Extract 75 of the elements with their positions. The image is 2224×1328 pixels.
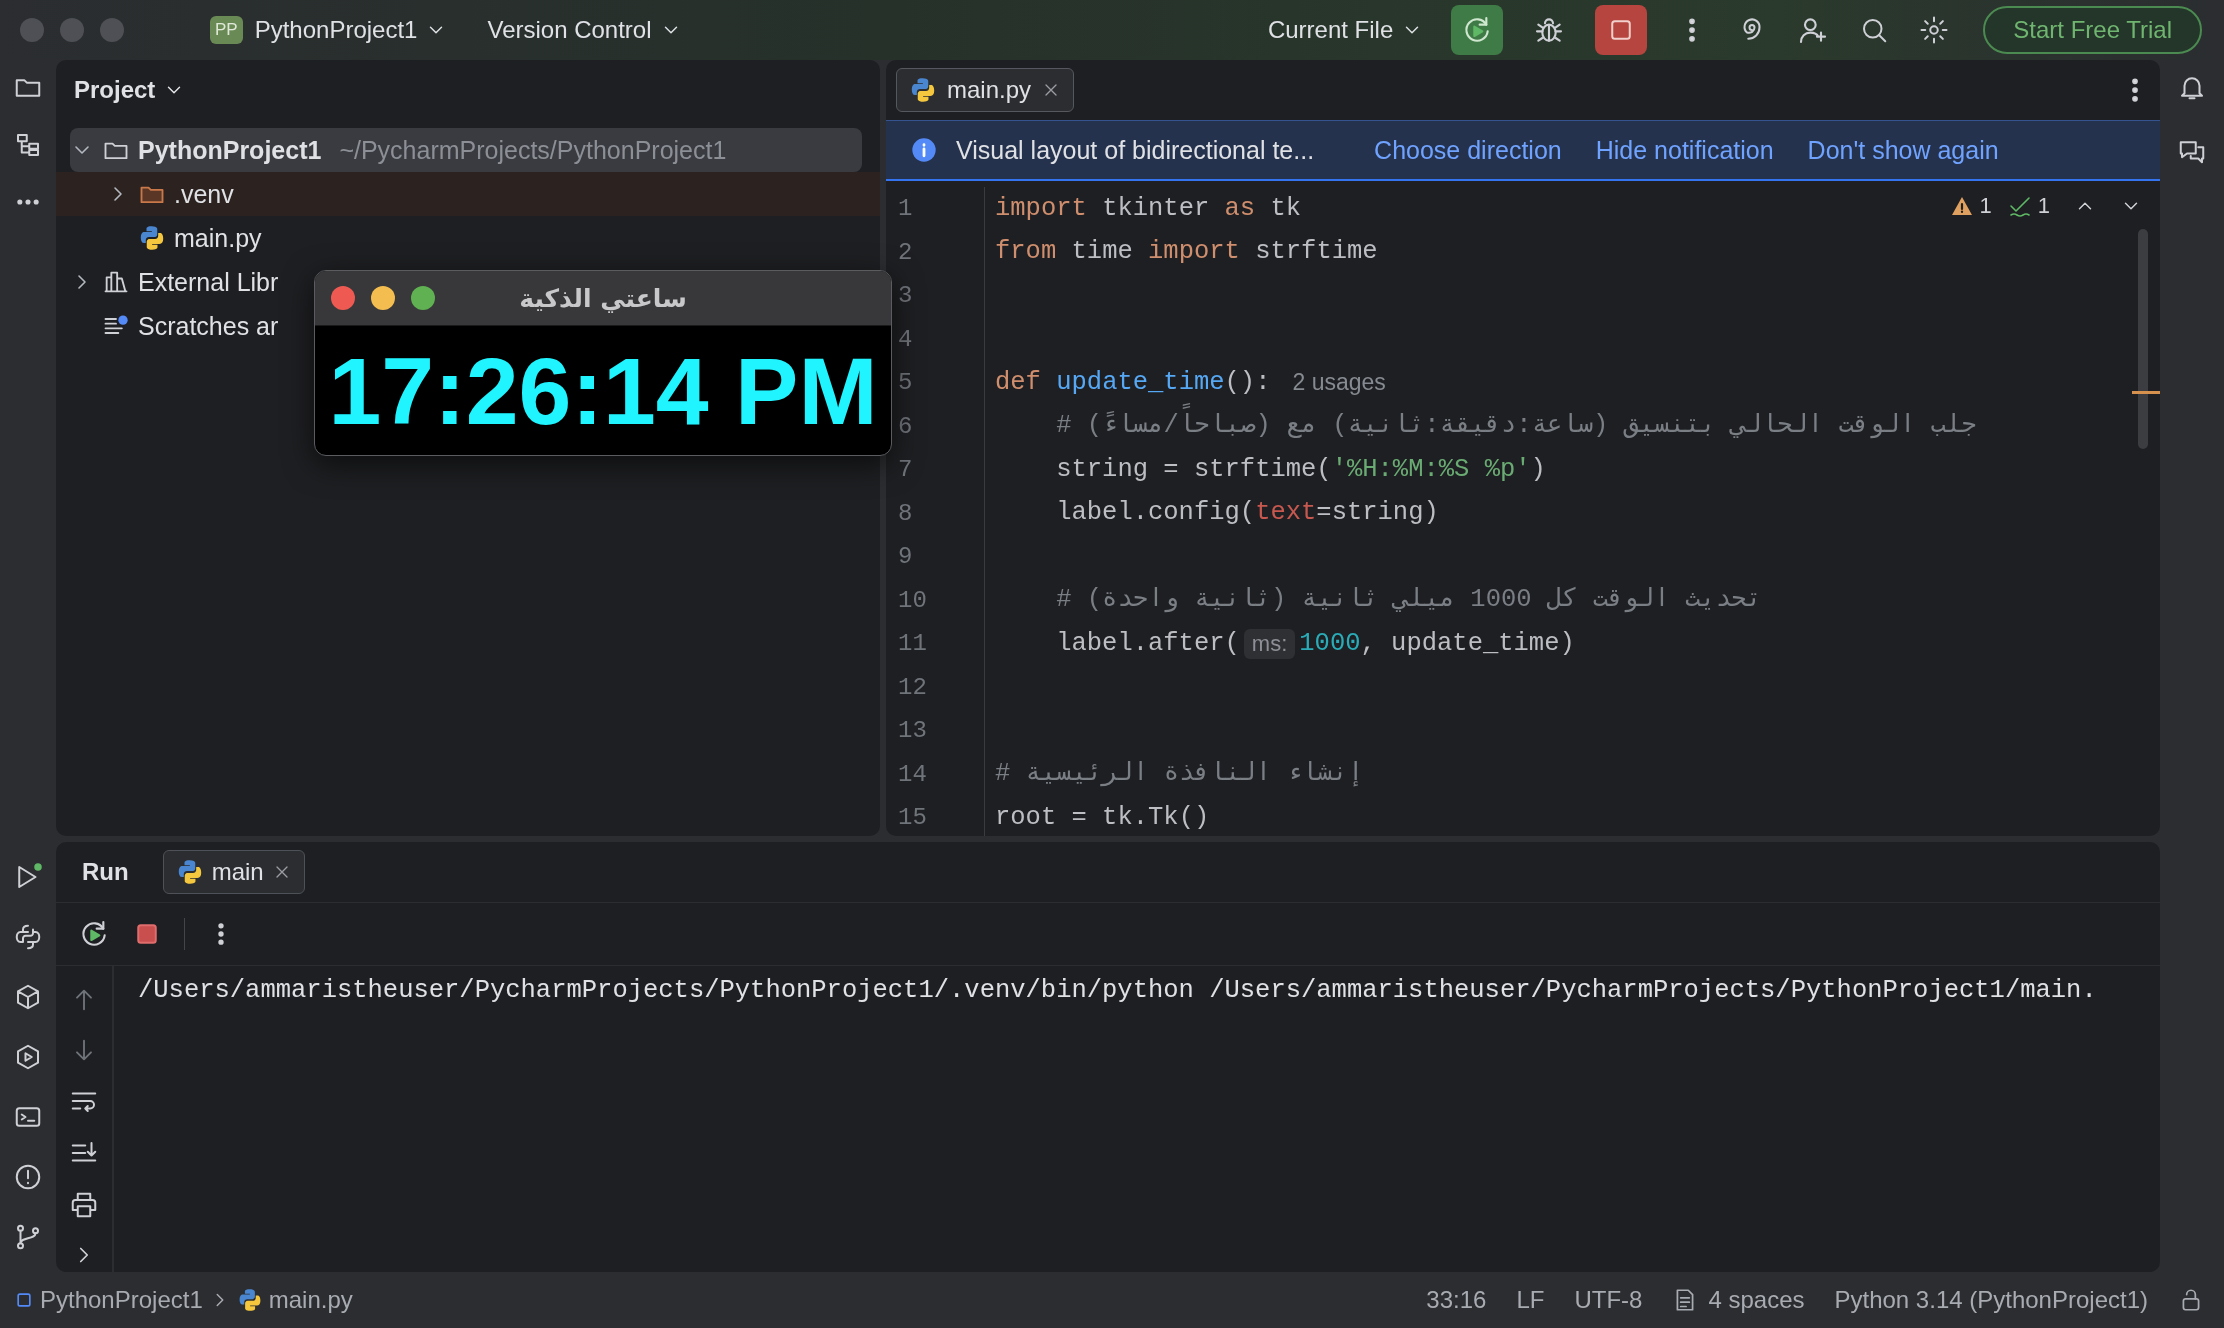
run-button[interactable] <box>1451 5 1504 55</box>
code-text: string = strftime('%H:%M:%S %p') <box>1056 453 1546 486</box>
vcs-menu[interactable]: Version Control <box>487 16 682 44</box>
line-number: 6 <box>897 412 914 440</box>
project-badge: PP <box>210 16 243 44</box>
tree-item[interactable]: PythonProject1 ~/PycharmProjects/PythonProject1 <box>70 128 862 172</box>
usages-hint[interactable]: 2 usages <box>1292 369 1386 397</box>
line-number: 5 <box>897 369 914 397</box>
python-file-icon <box>138 224 166 252</box>
view-selector[interactable]: Project <box>74 76 186 104</box>
scrollbar[interactable] <box>2138 229 2148 449</box>
window-title: ساعتي الذكية <box>519 283 687 313</box>
line-number: 8 <box>897 499 914 527</box>
problems-icon[interactable] <box>13 1162 43 1192</box>
line-number: 4 <box>897 325 914 353</box>
console-output: /Users/ammaristheuser/PycharmProjects/PythonProject1/.venv/bin/python /Users/ammaristheuser/PycharmProjects/PythonProject1/main. <box>138 976 2097 1005</box>
line-number: 2 <box>897 238 914 266</box>
line-number: 14 <box>897 760 928 788</box>
breadcrumb-item[interactable]: PythonProject1 <box>40 1286 203 1314</box>
run-tab[interactable]: main <box>162 850 305 894</box>
notification-link[interactable]: Don't show again <box>1807 135 1999 165</box>
code-text: # تحديث الوقت كل 1000 ميلي ثانية (ثانية واحدة) <box>1056 584 1762 617</box>
parameter-hint: ms: <box>1243 628 1296 659</box>
project-path: ~/PycharmProjects/PythonProject1 <box>339 135 727 165</box>
panel-title: Run <box>82 858 129 886</box>
line-number: 11 <box>897 630 928 658</box>
info-icon <box>910 136 938 164</box>
start-trial-button[interactable]: Start Free Trial <box>1983 6 2202 54</box>
clock-time: 17:26:14 PM <box>328 336 878 446</box>
window-control[interactable] <box>411 286 435 310</box>
status-item[interactable]: 33:16 <box>1426 1286 1487 1314</box>
notification-link[interactable]: Choose direction <box>1374 135 1562 165</box>
status-item[interactable]: UTF-8 <box>1574 1286 1643 1314</box>
project-switcher[interactable]: PythonProject1 <box>254 16 448 44</box>
code-text: label.config(text=string) <box>1056 497 1439 530</box>
settings-icon[interactable] <box>1919 15 1950 45</box>
tree-item[interactable]: Scratches ar <box>70 304 279 348</box>
line-number: 3 <box>897 282 914 310</box>
code-text: # إنشاء النافذة الرئيسية <box>995 758 1364 791</box>
editor-tab[interactable]: main.py <box>896 68 1075 112</box>
line-number: 13 <box>897 717 928 745</box>
status-item[interactable]: LF <box>1516 1286 1545 1314</box>
status-item[interactable]: Python 3.14 (PythonProject1) <box>1834 1286 2148 1314</box>
run-config-selector[interactable]: Current File <box>1267 16 1424 44</box>
notification-link[interactable]: Hide notification <box>1595 135 1774 165</box>
tree-item[interactable]: External Libr <box>70 260 279 304</box>
stop-button[interactable] <box>1595 5 1648 55</box>
code-text: # جلب الوقت الحالي بتنسيق (ساعة:دقيقة:ثانية) مع (صباحاً/مساءً) <box>1056 405 1977 448</box>
code-text: import tkinter as tk <box>995 192 1302 225</box>
tree-item[interactable]: .venv <box>56 172 880 216</box>
line-number: 12 <box>897 673 928 701</box>
project-icon <box>14 1290 34 1310</box>
line-number: 1 <box>897 195 914 223</box>
window-control[interactable] <box>331 286 355 310</box>
window-control[interactable] <box>371 286 395 310</box>
python-console-icon[interactable] <box>13 922 43 952</box>
line-number: 10 <box>897 586 928 614</box>
breadcrumb-item[interactable]: main.py <box>268 1286 353 1314</box>
print-icon[interactable] <box>69 1190 99 1220</box>
warning-marker[interactable] <box>2132 391 2160 394</box>
code-text: label.after( <box>1056 627 1240 660</box>
tree-item[interactable]: main.py <box>70 216 262 260</box>
status-item[interactable]: 4 spaces <box>1708 1286 1805 1314</box>
notification-message: Visual layout of bidirectional te... <box>956 135 1315 165</box>
code-text: 1000, update_time) <box>1299 627 1575 660</box>
line-number: 15 <box>897 804 928 832</box>
code-text: root = tk.Tk() <box>995 801 1210 834</box>
code-text: from time import strftime <box>995 236 1378 269</box>
check-count[interactable]: 1 <box>2037 193 2050 219</box>
warning-count[interactable]: 1 <box>1979 193 1992 219</box>
python-file-icon <box>909 76 937 104</box>
line-number: 7 <box>897 456 914 484</box>
check-icon[interactable] <box>2007 194 2032 218</box>
line-number: 9 <box>897 543 914 571</box>
code-text: def update_time(): <box>995 366 1271 399</box>
